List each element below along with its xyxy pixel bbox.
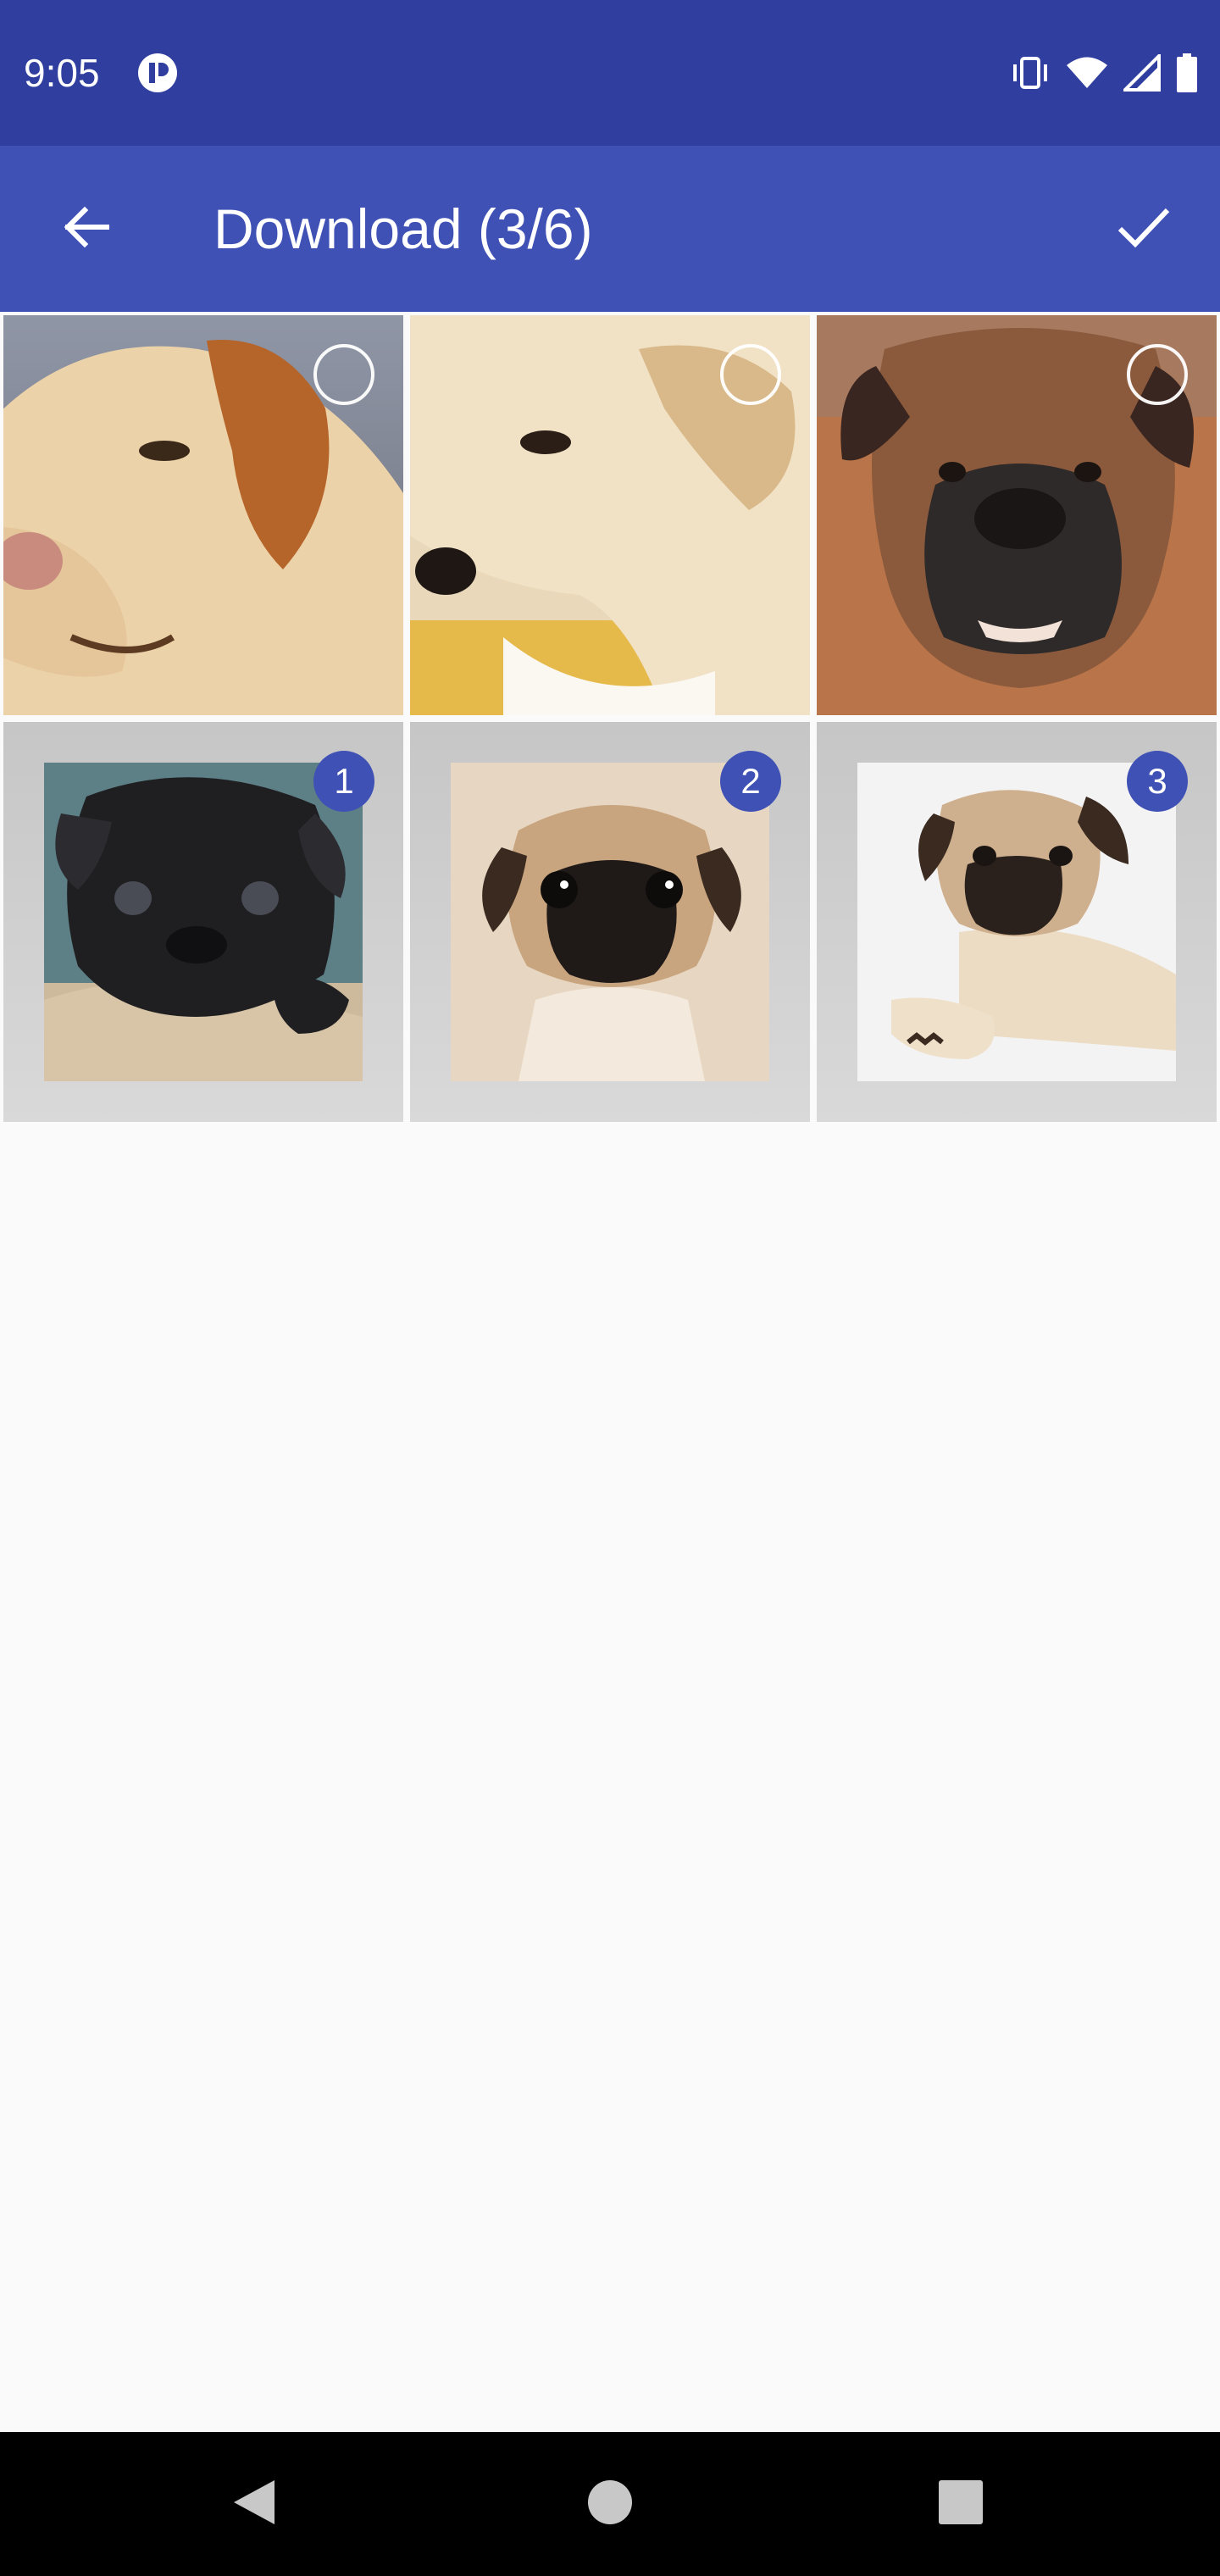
image-tile[interactable] bbox=[817, 315, 1217, 715]
image-tile[interactable]: 2 bbox=[410, 722, 810, 1122]
fawn-pug-lying-photo bbox=[857, 763, 1176, 1081]
selection-radio[interactable] bbox=[720, 344, 781, 405]
image-tile[interactable]: 3 bbox=[817, 722, 1217, 1122]
wifi-icon bbox=[1066, 56, 1108, 90]
back-triangle-icon bbox=[230, 2477, 278, 2532]
image-tile[interactable] bbox=[3, 315, 403, 715]
nav-back-button[interactable] bbox=[220, 2470, 288, 2538]
selection-order-badge[interactable]: 3 bbox=[1127, 751, 1188, 812]
selection-radio[interactable] bbox=[1127, 344, 1188, 405]
check-icon bbox=[1115, 198, 1173, 260]
vibrate-icon bbox=[1010, 56, 1051, 90]
signal-icon bbox=[1123, 54, 1161, 92]
arrow-back-icon bbox=[59, 200, 114, 258]
nav-home-button[interactable] bbox=[576, 2470, 644, 2538]
selection-order-badge[interactable]: 2 bbox=[720, 751, 781, 812]
notification-icon bbox=[137, 53, 178, 93]
fawn-pug-puppy-photo bbox=[451, 763, 769, 1081]
selection-order-badge[interactable]: 1 bbox=[313, 751, 374, 812]
image-tile[interactable] bbox=[410, 315, 810, 715]
navigation-bar bbox=[0, 2432, 1220, 2576]
confirm-button[interactable] bbox=[1103, 188, 1184, 269]
app-bar: Download (3/6) bbox=[0, 146, 1220, 312]
status-bar: 9:05 bbox=[0, 0, 1220, 146]
battery-icon bbox=[1176, 53, 1198, 92]
back-button[interactable] bbox=[46, 188, 127, 269]
image-tile[interactable]: 1 bbox=[3, 722, 403, 1122]
nav-recents-button[interactable] bbox=[927, 2470, 995, 2538]
status-time: 9:05 bbox=[24, 51, 100, 95]
recents-square-icon bbox=[937, 2479, 984, 2530]
home-circle-icon bbox=[586, 2479, 634, 2530]
page-title: Download (3/6) bbox=[214, 197, 593, 260]
black-pug-photo bbox=[44, 763, 363, 1081]
selection-radio[interactable] bbox=[313, 344, 374, 405]
